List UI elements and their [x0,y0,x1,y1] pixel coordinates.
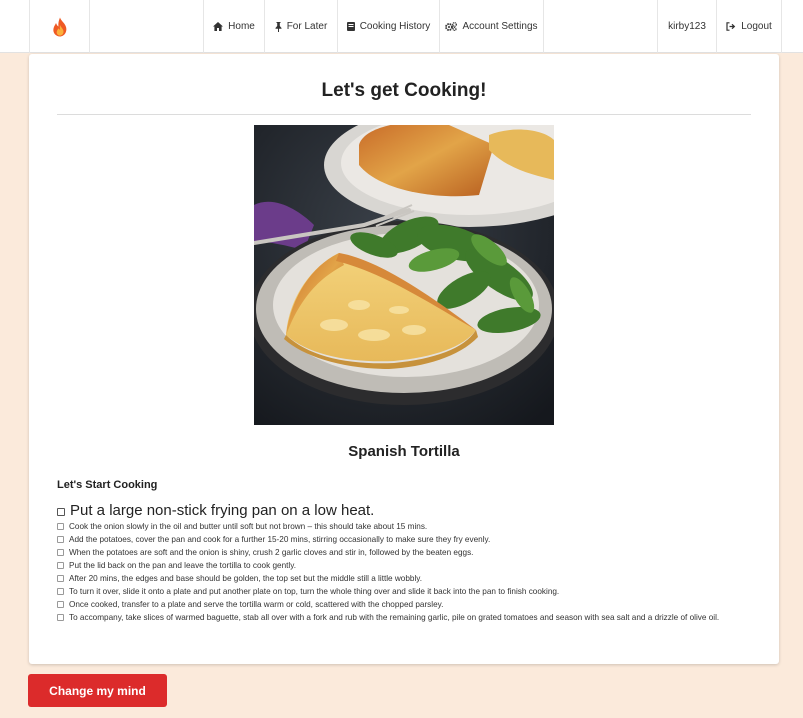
nav-home[interactable]: Home [203,0,264,53]
logout-label: Logout [741,21,772,32]
step-item[interactable]: Add the potatoes, cover the pan and cook… [57,533,757,546]
home-icon [213,22,224,31]
section-label: Let's Start Cooking [57,479,158,491]
steps-checklist: Put a large non-stick frying pan on a lo… [57,501,757,624]
title-divider [57,114,751,115]
nav-for-later[interactable]: For Later [264,0,337,53]
step-checkbox[interactable] [57,601,64,608]
brand-logo[interactable] [29,0,90,53]
step-item[interactable]: Put a large non-stick frying pan on a lo… [57,501,757,520]
step-text: After 20 mins, the edges and base should… [69,574,423,583]
step-item[interactable]: To turn it over, slide it onto a plate a… [57,585,757,598]
step-checkbox[interactable] [57,536,64,543]
change-my-mind-button[interactable]: Change my mind [28,674,167,707]
step-item[interactable]: To accompany, take slices of warmed bagu… [57,611,757,624]
top-navbar: Home For Later Cooking History Account S… [0,0,803,53]
step-text: Once cooked, transfer to a plate and ser… [69,600,444,609]
book-icon [346,22,355,31]
step-item[interactable]: Cook the onion slowly in the oil and but… [57,520,757,533]
step-item[interactable]: When the potatoes are soft and the onion… [57,546,757,559]
nav-account-settings[interactable]: Account Settings [439,0,544,53]
step-checkbox[interactable] [57,614,64,621]
step-item[interactable]: Put the lid back on the pan and leave th… [57,559,757,572]
gears-icon [445,22,458,31]
nav-username[interactable]: kirby123 [657,0,716,53]
step-text: To turn it over, slide it onto a plate a… [69,587,560,596]
step-text: Put a large non-stick frying pan on a lo… [70,502,375,519]
step-checkbox[interactable] [57,562,64,569]
flame-icon [52,17,66,36]
step-item[interactable]: Once cooked, transfer to a plate and ser… [57,598,757,611]
sign-out-icon [726,22,736,31]
nav-logout[interactable]: Logout [716,0,782,53]
step-checkbox[interactable] [57,549,64,556]
step-text: Cook the onion slowly in the oil and but… [69,522,428,531]
recipe-card: Let's get Cooking! Spanish Tortilla Let'… [29,54,779,664]
page-title: Let's get Cooking! [321,80,487,101]
username-label: kirby123 [668,21,706,32]
nav-account-settings-label: Account Settings [462,21,538,32]
recipe-photo [254,125,554,425]
step-checkbox[interactable] [57,575,64,582]
step-checkbox[interactable] [57,588,64,595]
nav-cooking-history[interactable]: Cooking History [337,0,439,53]
step-item[interactable]: After 20 mins, the edges and base should… [57,572,757,585]
step-checkbox[interactable] [57,508,65,516]
nav-for-later-label: For Later [286,21,328,32]
step-checkbox[interactable] [57,523,64,530]
step-text: When the potatoes are soft and the onion… [69,548,474,557]
step-text: Put the lid back on the pan and leave th… [69,561,296,570]
nav-home-label: Home [228,21,255,32]
nav-cooking-history-label: Cooking History [359,21,431,32]
pin-icon [275,21,282,32]
recipe-name: Spanish Tortilla [348,443,460,460]
step-text: To accompany, take slices of warmed bagu… [69,613,720,622]
step-text: Add the potatoes, cover the pan and cook… [69,535,491,544]
